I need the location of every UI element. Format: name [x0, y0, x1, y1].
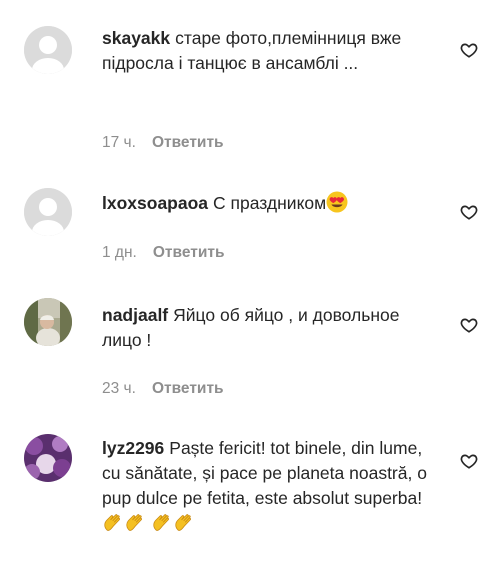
reply-button[interactable]: Ответить: [152, 134, 224, 151]
comment-text: skayakk старе фото,племінниця вже підросл…: [102, 26, 432, 76]
clapping-hands-emoji: [151, 511, 173, 533]
reply-button[interactable]: Ответить: [153, 244, 225, 261]
avatar[interactable]: [24, 434, 72, 482]
comment-time: 1 дн.: [102, 244, 137, 261]
comment-username[interactable]: lyz2296: [102, 438, 164, 458]
heart-eyes-emoji: [326, 191, 348, 213]
user-photo-icon: [24, 434, 72, 482]
user-photo-icon: [24, 298, 72, 346]
comment-body: С праздником: [213, 193, 327, 213]
comment-time: 17 ч.: [102, 134, 136, 151]
comment-text: lxoxsoapaoa С праздником: [102, 191, 432, 216]
comment-meta: 17 ч. Ответить: [102, 133, 224, 153]
avatar[interactable]: [24, 298, 72, 346]
comment-meta: 1 дн. Ответить: [102, 243, 224, 263]
heart-outline-icon[interactable]: [460, 41, 478, 59]
comment-username[interactable]: skayakk: [102, 28, 170, 48]
comment-username[interactable]: lxoxsoapaoa: [102, 193, 208, 213]
clapping-hands-emoji: [173, 511, 195, 533]
reply-button[interactable]: Ответить: [152, 380, 224, 397]
comment-meta: 23 ч. Ответить: [102, 379, 224, 399]
avatar[interactable]: [24, 26, 72, 74]
heart-outline-icon[interactable]: [460, 452, 478, 470]
comment-time: 23 ч.: [102, 380, 136, 397]
comment-text: nadjaalf Яйцо об яйцо , и довольное лицо …: [102, 303, 432, 353]
heart-outline-icon[interactable]: [460, 316, 478, 334]
comment-username[interactable]: nadjaalf: [102, 305, 168, 325]
heart-outline-icon[interactable]: [460, 203, 478, 221]
comment-text: lyz2296 Paște fericit! tot binele, din lu…: [102, 436, 432, 536]
clapping-hands-emoji: [124, 511, 146, 533]
default-avatar-icon: [24, 188, 72, 236]
avatar[interactable]: [24, 188, 72, 236]
clapping-hands-emoji: [102, 511, 124, 533]
default-avatar-icon: [24, 26, 72, 74]
